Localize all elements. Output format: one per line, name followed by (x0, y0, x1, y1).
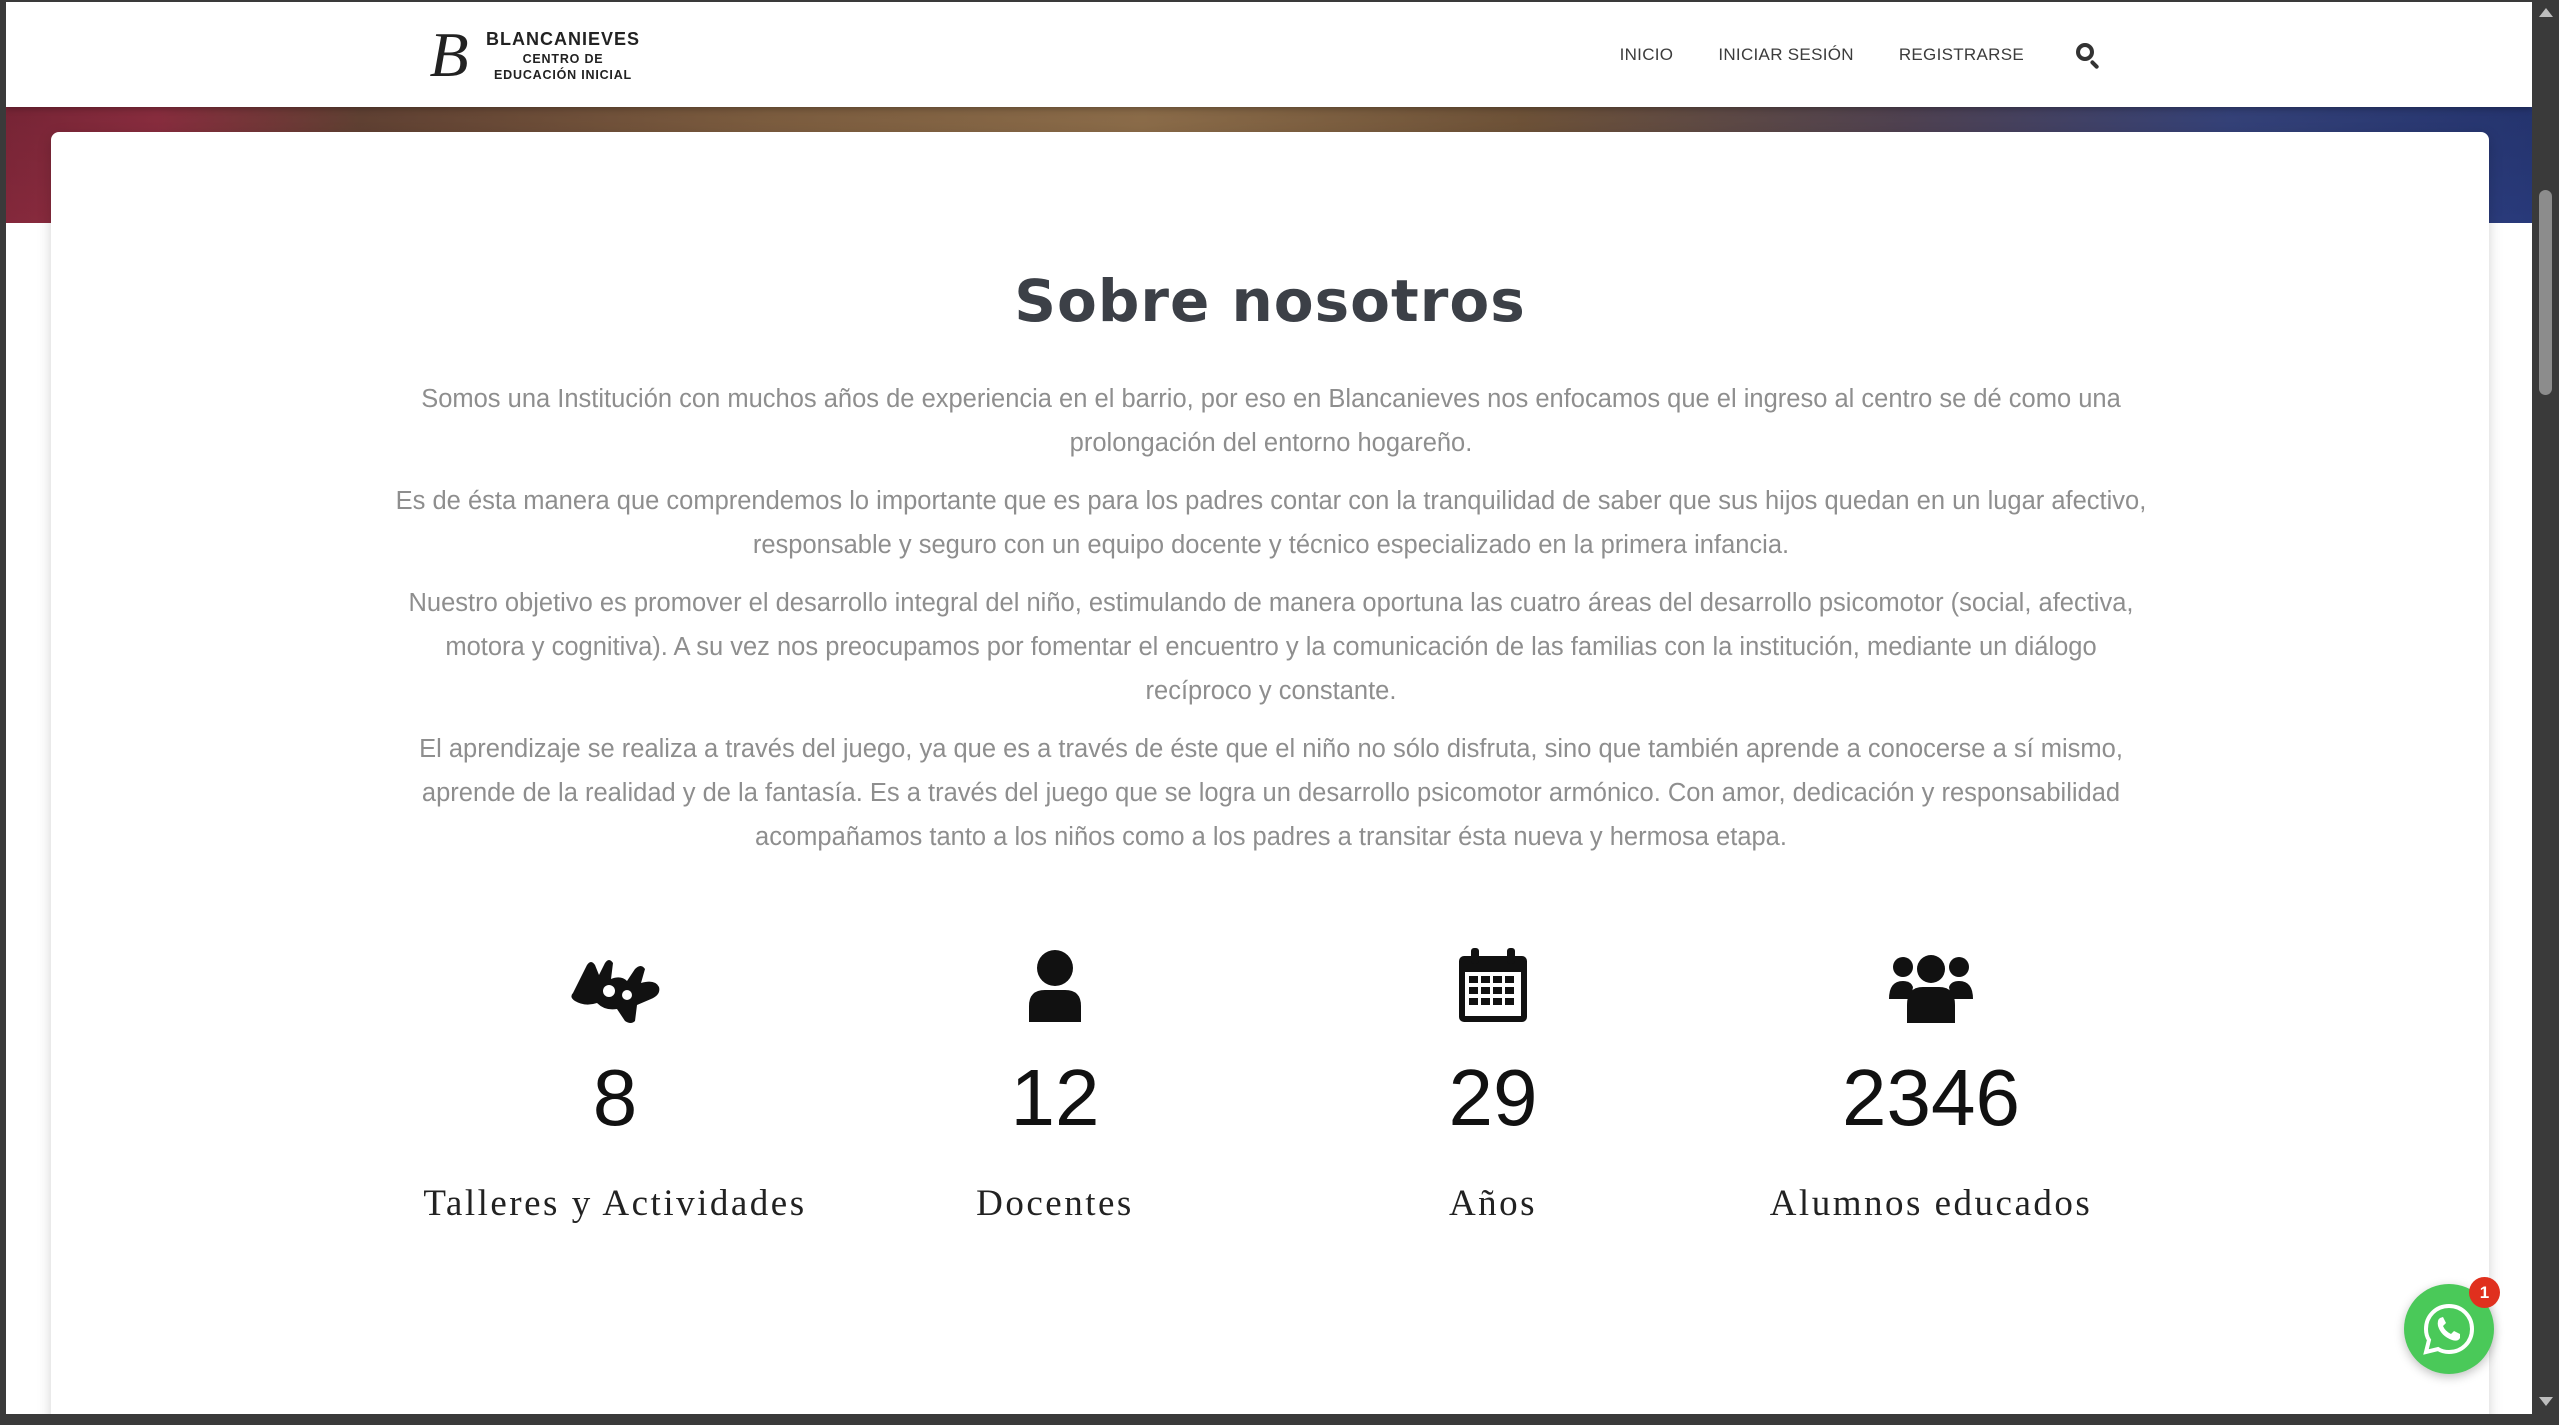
about-paragraph-2: Es de ésta manera que comprendemos lo im… (395, 487, 2147, 559)
about-paragraph-3: Nuestro objetivo es promover el desarrol… (408, 589, 2134, 705)
stat-alumnos: 2346 Alumnos educados (1711, 942, 2151, 1225)
main-nav: INICIO INICIAR SESIÓN REGISTRARSE (1575, 2, 2102, 107)
brand-tagline-2: EDUCACIÓN INICIAL (494, 67, 632, 82)
brand-name: BLANCANIEVES (486, 28, 641, 49)
stats-row: 8 Talleres y Actividades 12 Docentes 29 … (51, 942, 2489, 1272)
about-paragraph-1: Somos una Institución con muchos años de… (421, 385, 2121, 457)
section-title: Sobre nosotros (1014, 267, 1526, 335)
stat-anos: 29 Años (1273, 942, 1713, 1225)
users-group-icon (1711, 942, 2151, 1028)
brand-text: BLANCANIEVES CENTRO DE EDUCACIÓN INICIAL (486, 29, 640, 82)
scroll-down-arrow[interactable] (2539, 1397, 2553, 1406)
stat-value: 2346 (1842, 1053, 2020, 1142)
sign-language-icon (395, 942, 835, 1028)
browser-viewport: B BLANCANIEVES CENTRO DE EDUCACIÓN INICI… (0, 0, 2532, 1414)
nav-registrarse[interactable]: REGISTRARSE (1899, 45, 2024, 65)
brand-logo[interactable]: B BLANCANIEVES CENTRO DE EDUCACIÓN INICI… (420, 19, 640, 90)
window-bottom-edge (0, 1414, 2559, 1425)
stat-label: Docentes (976, 1183, 1134, 1224)
whatsapp-icon (2423, 1303, 2475, 1355)
stat-value: 12 (1010, 1053, 1100, 1142)
stat-label: Años (1448, 1183, 1538, 1224)
stat-label: Talleres y Actividades (423, 1183, 807, 1224)
stat-value: 29 (1448, 1053, 1538, 1142)
calendar-icon (1273, 942, 1713, 1028)
site-header: B BLANCANIEVES CENTRO DE EDUCACIÓN INICI… (6, 2, 2532, 107)
nav-inicio[interactable]: INICIO (1620, 45, 1674, 65)
nav-iniciar-sesion[interactable]: INICIAR SESIÓN (1718, 45, 1854, 65)
stat-value: 8 (592, 1053, 638, 1142)
about-text: Somos una Institución con muchos años de… (391, 377, 2151, 873)
brand-tagline-1: CENTRO DE (522, 51, 604, 66)
stat-label: Alumnos educados (1769, 1183, 2093, 1224)
search-icon[interactable] (2074, 41, 2102, 69)
scrollbar[interactable] (2532, 0, 2559, 1414)
notification-badge: 1 (2469, 1277, 2500, 1308)
user-icon (835, 942, 1275, 1028)
scroll-up-arrow[interactable] (2539, 8, 2553, 17)
stat-docentes: 12 Docentes (835, 942, 1275, 1225)
scrollbar-thumb[interactable] (2539, 190, 2552, 395)
about-paragraph-4: El aprendizaje se realiza a través del j… (419, 735, 2123, 851)
logo-mark: B (429, 19, 469, 90)
stat-talleres: 8 Talleres y Actividades (395, 942, 835, 1225)
about-card: Sobre nosotros Somos una Institución con… (51, 132, 2489, 1414)
